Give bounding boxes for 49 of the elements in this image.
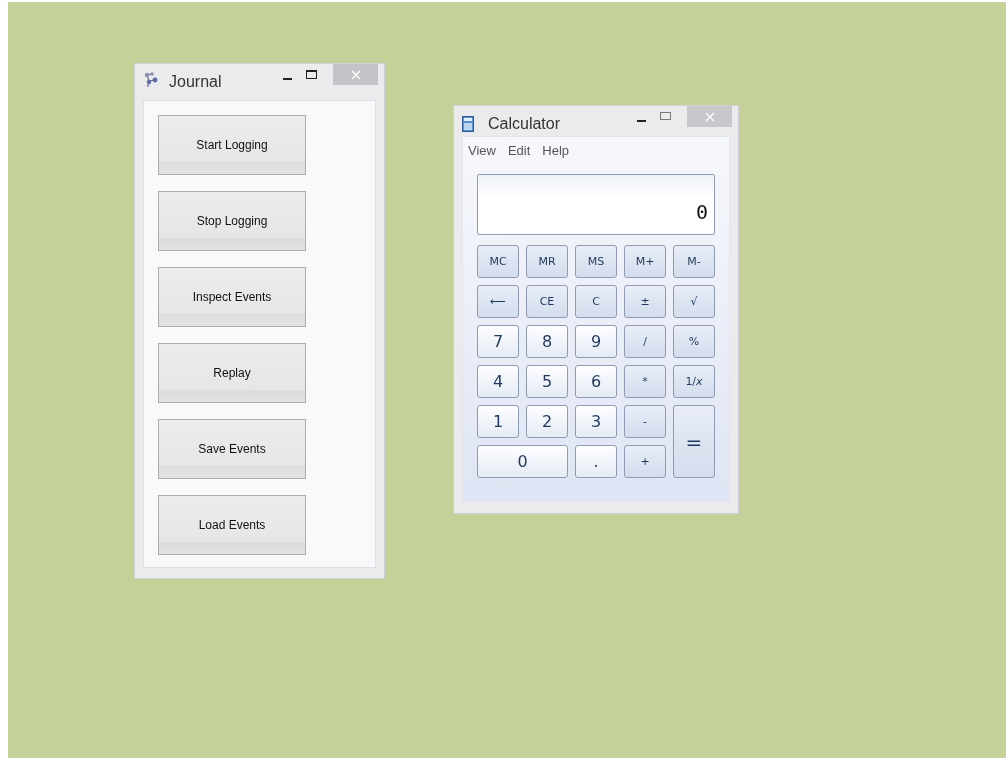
calculator-key[interactable]: 3 bbox=[575, 405, 617, 438]
calculator-key[interactable]: 2 bbox=[526, 405, 568, 438]
window-title: Calculator bbox=[488, 115, 561, 133]
close-button[interactable] bbox=[687, 106, 732, 127]
close-icon bbox=[704, 111, 715, 122]
calculator-key[interactable]: M- bbox=[673, 245, 715, 278]
calculator-key[interactable]: 9 bbox=[575, 325, 617, 358]
maximize-button[interactable] bbox=[306, 70, 317, 79]
calculator-key[interactable]: + bbox=[624, 445, 666, 478]
display-value: 0 bbox=[695, 200, 708, 224]
action-button[interactable]: Save Events bbox=[158, 419, 306, 479]
calculator-key[interactable]: 8 bbox=[526, 325, 568, 358]
action-button[interactable]: Replay bbox=[158, 343, 306, 403]
calculator-key[interactable]: 1/x bbox=[673, 365, 715, 398]
molecule-icon bbox=[143, 71, 159, 87]
calculator-key[interactable]: = bbox=[673, 405, 715, 478]
calculator-key[interactable]: C bbox=[575, 285, 617, 318]
calculator-key[interactable]: - bbox=[624, 405, 666, 438]
menu-item[interactable]: Help bbox=[542, 142, 570, 158]
close-icon bbox=[350, 69, 361, 80]
calculator-key[interactable]: 5 bbox=[526, 365, 568, 398]
action-button[interactable]: Inspect Events bbox=[158, 267, 306, 327]
calculator-key[interactable]: 4 bbox=[477, 365, 519, 398]
calculator-key[interactable]: % bbox=[673, 325, 715, 358]
action-button[interactable]: Start Logging bbox=[158, 115, 306, 175]
calculator-key[interactable]: . bbox=[575, 445, 617, 478]
minimize-button[interactable] bbox=[283, 78, 292, 80]
minimize-button[interactable] bbox=[637, 120, 646, 122]
calculator-key[interactable]: MS bbox=[575, 245, 617, 278]
calculator-icon bbox=[462, 116, 474, 132]
calculator-key[interactable]: √ bbox=[673, 285, 715, 318]
calculator-key[interactable]: M+ bbox=[624, 245, 666, 278]
calculator-key[interactable]: ± bbox=[624, 285, 666, 318]
calculator-key[interactable]: CE bbox=[526, 285, 568, 318]
calculator-key[interactable]: MC bbox=[477, 245, 519, 278]
calculator-key[interactable]: 0 bbox=[477, 445, 568, 478]
window-title: Journal bbox=[169, 73, 222, 91]
close-button[interactable] bbox=[333, 64, 378, 85]
calculator-key[interactable]: / bbox=[624, 325, 666, 358]
calculator-key[interactable]: 7 bbox=[477, 325, 519, 358]
calculator-key[interactable]: ⟵ bbox=[477, 285, 519, 318]
action-button[interactable]: Load Events bbox=[158, 495, 306, 555]
calculator-key[interactable]: MR bbox=[526, 245, 568, 278]
action-button[interactable]: Stop Logging bbox=[158, 191, 306, 251]
menu-item[interactable]: View bbox=[468, 142, 496, 158]
calculator-key[interactable]: 1 bbox=[477, 405, 519, 438]
menu-item[interactable]: Edit bbox=[507, 142, 531, 158]
calculator-key[interactable]: 6 bbox=[575, 365, 617, 398]
calculator-key[interactable]: * bbox=[624, 365, 666, 398]
